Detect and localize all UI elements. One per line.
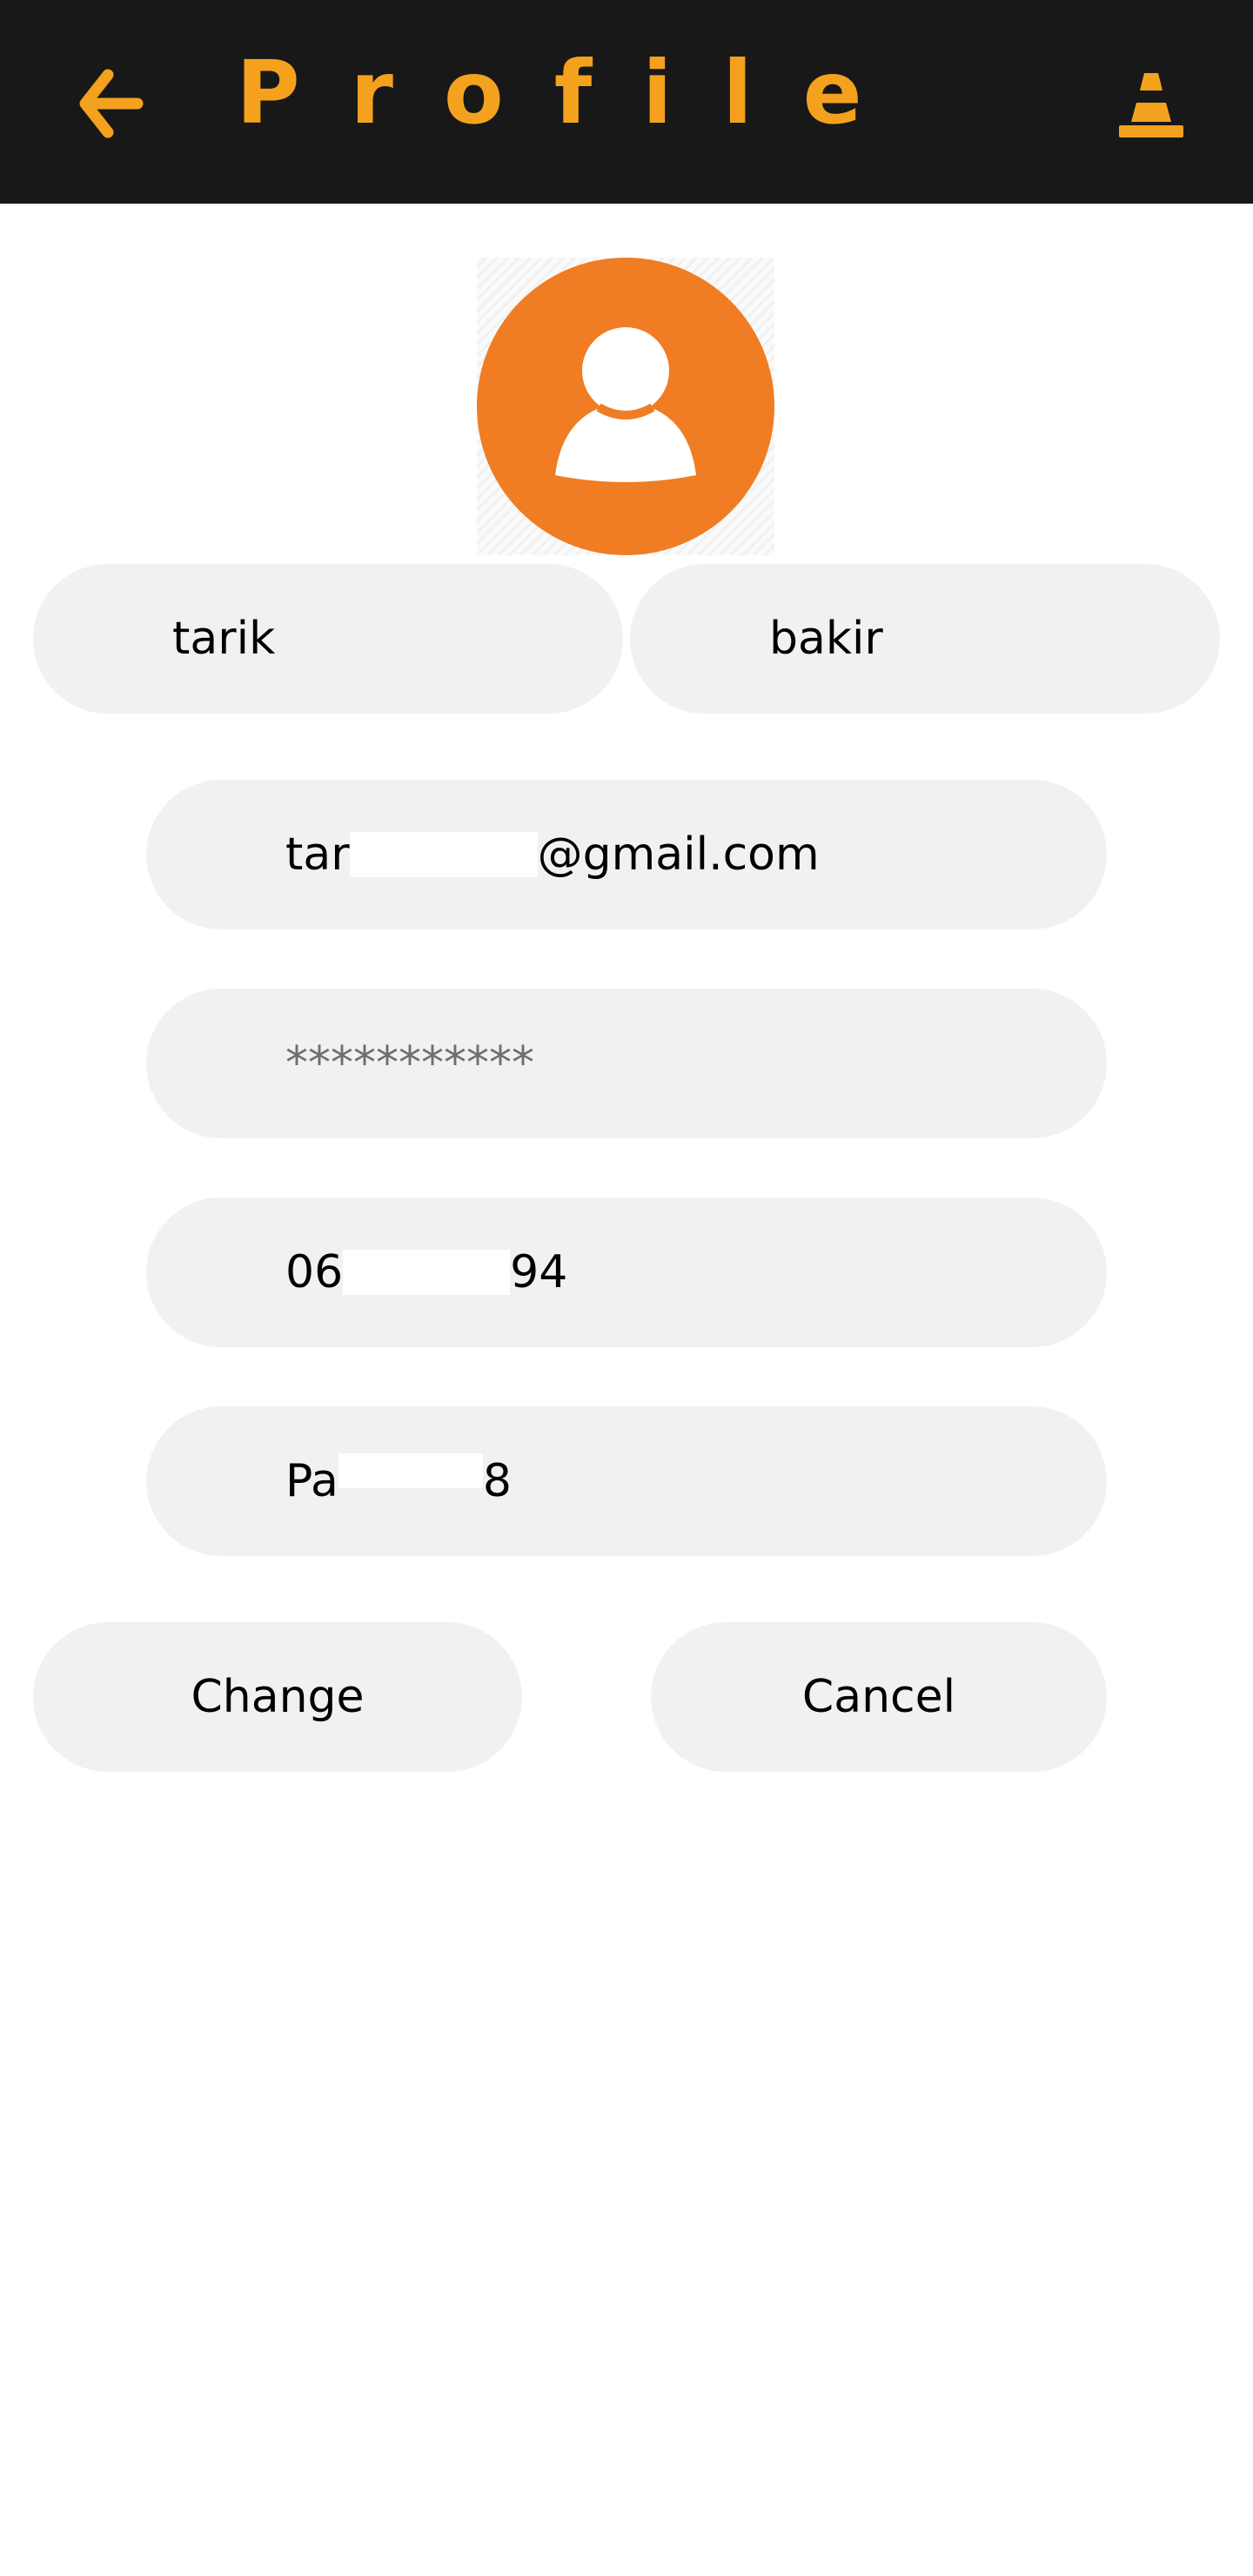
address-suffix: 8 [482,1455,512,1507]
page-title: Profile [236,42,913,144]
traffic-cone-icon [1119,73,1183,138]
password-value: *********** [285,1037,534,1090]
address-field[interactable]: Pa 8 [146,1406,1107,1556]
phone-prefix: 06 [285,1246,344,1298]
cancel-button[interactable]: Cancel [651,1622,1107,1772]
password-field[interactable]: *********** [146,989,1107,1138]
phone-field[interactable]: 06 94 [146,1197,1107,1347]
user-avatar-icon [477,258,774,555]
app-bar: Profile [0,0,1253,204]
email-suffix: @gmail.com [537,828,820,881]
redaction-box [349,832,538,877]
phone-suffix: 94 [510,1246,568,1298]
address-prefix: Pa [285,1455,338,1507]
email-prefix: tar [285,828,350,881]
first-name-value: tarik [172,613,276,665]
email-field[interactable]: tar @gmail.com [146,780,1107,929]
redaction-box [343,1250,511,1295]
last-name-value: bakir [769,613,883,665]
first-name-field[interactable]: tarik [33,564,623,714]
avatar[interactable] [477,258,774,555]
redaction-box [338,1453,483,1488]
profile-screen: Profile tarik bakir tar @gmail.com ******… [0,0,1253,2576]
cone-button[interactable] [1114,70,1189,139]
change-button[interactable]: Change [33,1622,522,1772]
last-name-field[interactable]: bakir [630,564,1220,714]
